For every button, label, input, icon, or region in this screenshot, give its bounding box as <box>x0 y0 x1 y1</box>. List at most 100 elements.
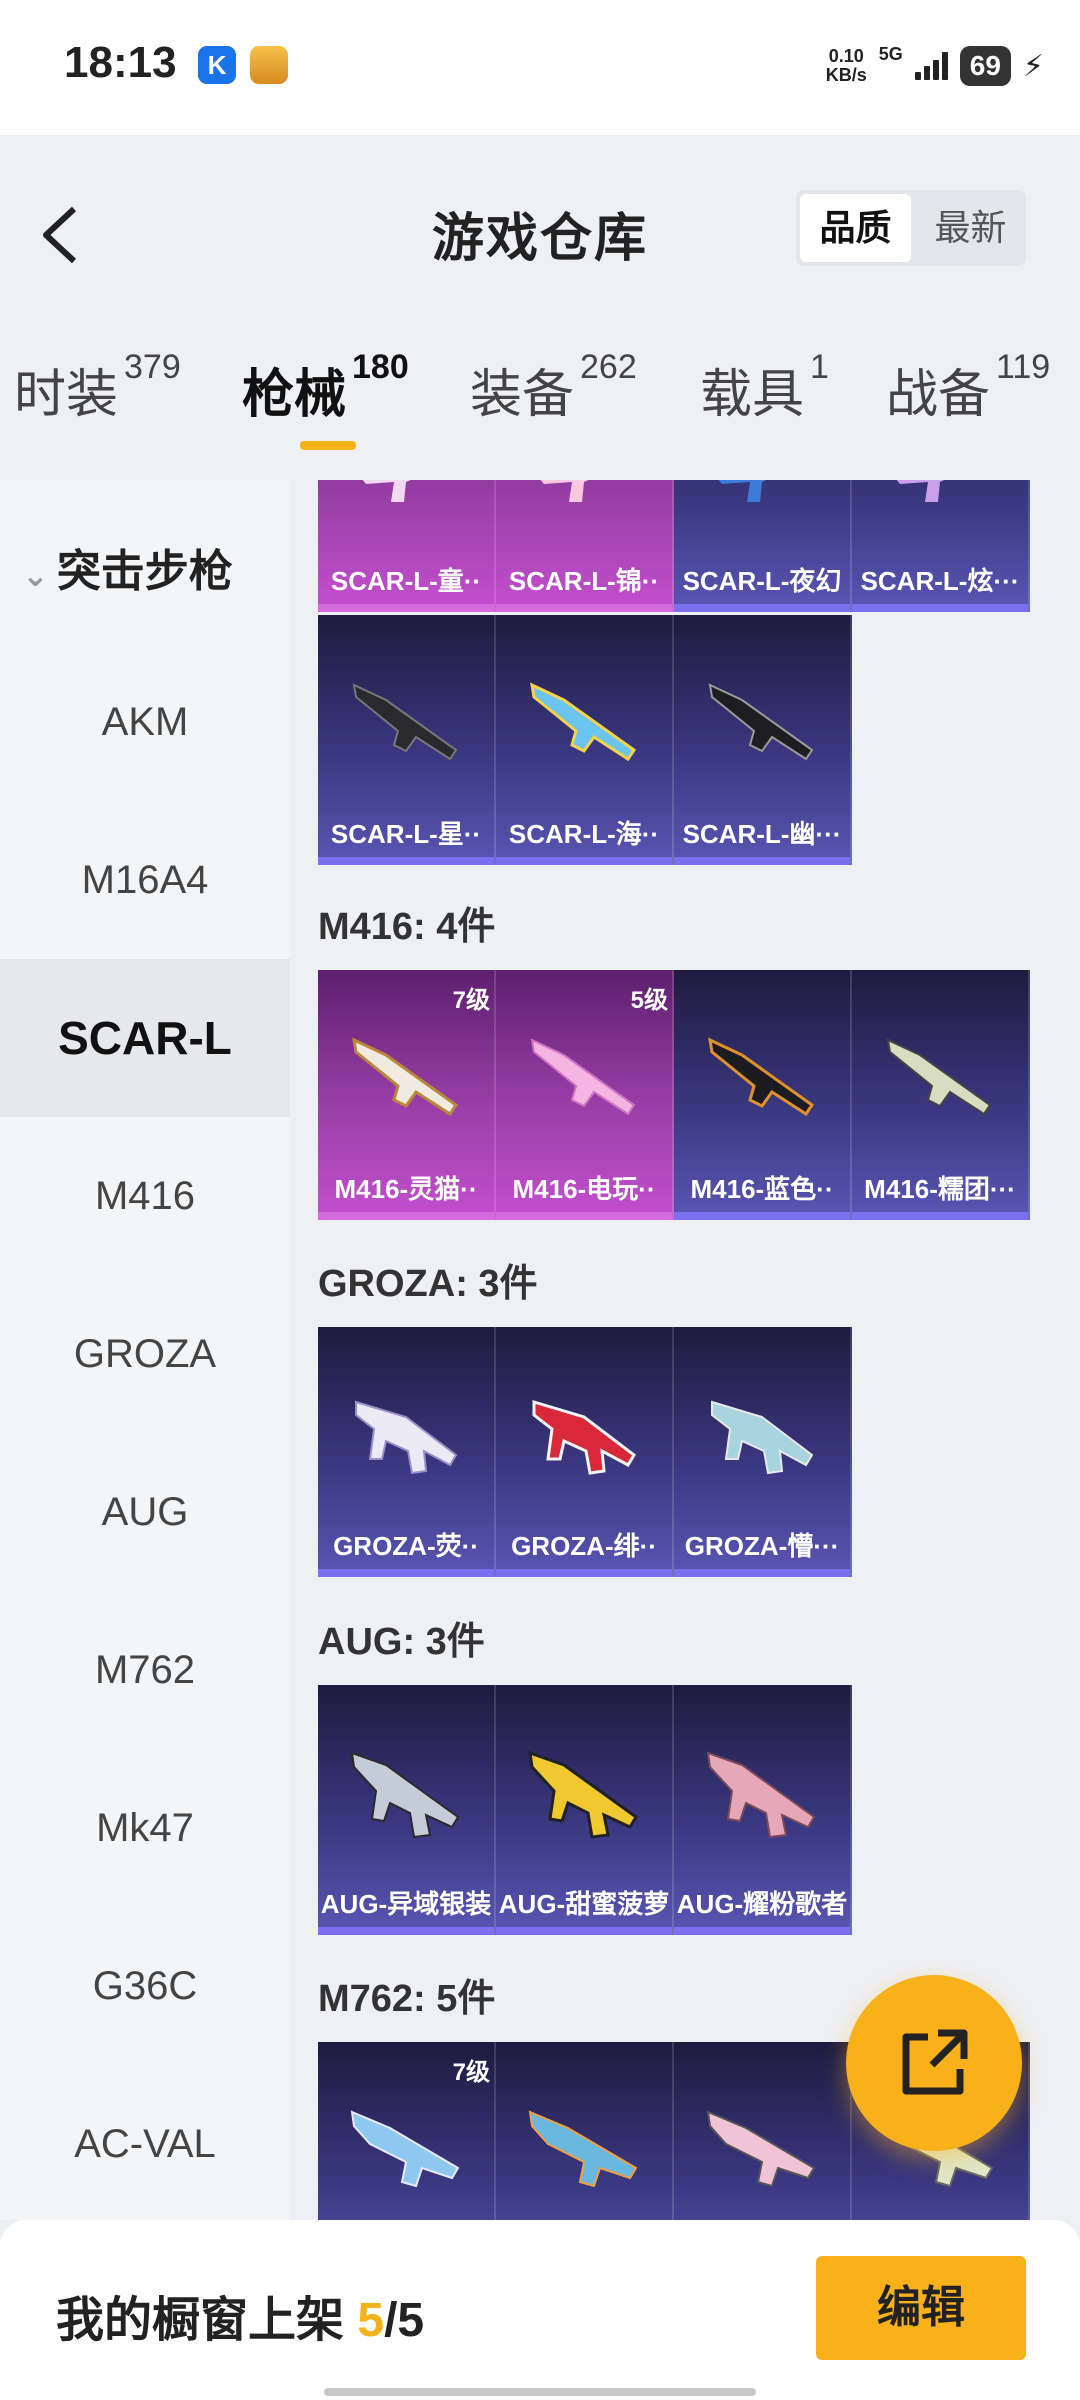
skin-name: SCAR-L-幽··· <box>682 819 842 849</box>
skin-name: SCAR-L-夜幻 <box>682 566 842 596</box>
weapon-skin-icon <box>352 1037 459 1117</box>
weapon-skin-icon <box>708 683 814 761</box>
weapon-skin-icon <box>706 2110 816 2188</box>
skin-card[interactable]: AUG-异域银装 <box>318 1685 496 1935</box>
skin-name: GROZA-懵··· <box>684 1531 840 1561</box>
tab-guns[interactable]: 枪械 180 <box>242 348 409 427</box>
weapon-sidebar: ⌄ 突击步枪 AKM M16A4 SCAR-L M416 GROZA AUG M7… <box>0 480 290 2220</box>
sidebar-item-scar-l[interactable]: SCAR-L <box>0 959 290 1117</box>
skin-name: SCAR-L-炫··· <box>860 566 1020 596</box>
skin-card[interactable]: GROZA-荧·· <box>318 1327 496 1577</box>
skin-card[interactable]: GROZA-懵··· <box>674 1327 852 1577</box>
bottom-bar: 我的橱窗上架 5/5 编辑 <box>0 2220 1080 2400</box>
skin-name: M416-灵猫·· <box>334 1174 478 1204</box>
section-title-groza: GROZA: 3件 <box>318 1263 538 1305</box>
weapon-skin-icon <box>350 2110 460 2188</box>
weapon-skin-icon <box>350 1751 460 1839</box>
sidebar-item-groza[interactable]: GROZA <box>0 1275 290 1433</box>
edit-button[interactable]: 编辑 <box>816 2256 1026 2360</box>
skin-card[interactable]: M416-蓝色·· <box>674 970 852 1220</box>
skin-name: SCAR-L-海·· <box>508 819 660 849</box>
signal-icon <box>914 52 948 80</box>
status-bar: 18:13 K 0.10 KB/s 5G 69 ⚡ <box>0 0 1080 135</box>
weapon-skin-icon <box>540 480 589 502</box>
tab-supplies[interactable]: 战备 119 <box>886 348 1050 427</box>
aug-row: AUG-异域银装 AUG-甜蜜菠萝 AUG-耀粉歌者 <box>318 1685 852 1935</box>
skin-name: GROZA-荧·· <box>333 1531 479 1561</box>
sidebar-item-m16a4[interactable]: M16A4 <box>0 801 290 959</box>
weapon-skin-icon <box>355 1400 458 1475</box>
skin-card[interactable] <box>496 2042 674 2220</box>
weapon-skin-icon <box>528 1750 638 1839</box>
weapon-skin-icon <box>532 1399 636 1475</box>
chevron-down-icon: ⌄ <box>22 557 49 593</box>
skin-name: AUG-甜蜜菠萝 <box>498 1889 670 1919</box>
skin-card[interactable]: SCAR-L-炫··· <box>852 480 1030 612</box>
skin-card[interactable]: SCAR-L-海·· <box>496 615 674 865</box>
weapon-skin-icon <box>352 683 458 761</box>
skin-card[interactable]: GROZA-绯·· <box>496 1327 674 1577</box>
skin-card[interactable]: 7级 M416-灵猫·· <box>318 970 496 1220</box>
section-title-m416: M416: 4件 <box>318 906 496 948</box>
skin-card[interactable]: AUG-耀粉歌者 <box>674 1685 852 1935</box>
sidebar-item-akm[interactable]: AKM <box>0 643 290 801</box>
weapon-skin-icon <box>896 480 945 502</box>
skin-card[interactable]: SCAR-L-星·· <box>318 615 496 865</box>
weapon-grid-area: SCAR-L-童·· SCAR-L-锦·· SCAR-L-夜幻 SCAR-L-炫… <box>290 480 1080 2220</box>
weapon-skin-icon <box>711 1400 814 1475</box>
m416-row: 7级 M416-灵猫·· 5级 M416-电玩·· M416-蓝色·· M416… <box>318 970 1030 1220</box>
skin-card[interactable]: SCAR-L-锦·· <box>496 480 674 612</box>
skin-name: M416-蓝色·· <box>690 1174 834 1204</box>
home-indicator[interactable] <box>324 2388 756 2396</box>
skin-name: SCAR-L-锦·· <box>508 566 660 596</box>
app-notification-icon <box>250 46 288 84</box>
skin-card[interactable]: 5级 M416-电玩·· <box>496 970 674 1220</box>
scar-row-2: SCAR-L-星·· SCAR-L-海·· SCAR-L-幽··· <box>318 615 852 865</box>
sidebar-item-g36c[interactable]: G36C <box>0 1907 290 2065</box>
status-right: 0.10 KB/s 5G 69 ⚡ <box>826 44 1044 88</box>
weapon-skin-icon <box>528 2110 638 2188</box>
sidebar-item-aug[interactable]: AUG <box>0 1433 290 1591</box>
skin-card[interactable]: AUG-甜蜜菠萝 <box>496 1685 674 1935</box>
sidebar-item-m416[interactable]: M416 <box>0 1117 290 1275</box>
scar-row-1: SCAR-L-童·· SCAR-L-锦·· SCAR-L-夜幻 SCAR-L-炫… <box>318 480 1030 612</box>
tab-equipment[interactable]: 装备 262 <box>470 348 637 427</box>
skin-name: SCAR-L-星·· <box>330 819 482 849</box>
showcase-status: 我的橱窗上架 5/5 <box>56 2294 425 2347</box>
weapon-skin-icon <box>718 480 767 502</box>
network-type: 5G <box>878 43 903 64</box>
weapon-skin-icon <box>886 1038 992 1116</box>
skin-name: AUG-异域银装 <box>320 1889 492 1919</box>
weapon-skin-icon <box>706 1751 816 1839</box>
charging-icon: ⚡ <box>1022 49 1044 83</box>
skin-name: SCAR-L-童·· <box>330 566 482 596</box>
sort-quality-button[interactable]: 品质 <box>800 194 911 262</box>
skin-card[interactable] <box>674 2042 852 2220</box>
skin-name: AUG-耀粉歌者 <box>676 1889 848 1919</box>
skin-card[interactable]: SCAR-L-夜幻 <box>674 480 852 612</box>
weapon-skin-icon <box>708 1037 815 1117</box>
share-icon <box>902 2029 968 2095</box>
weapon-skin-icon <box>530 682 637 762</box>
battery-level: 69 <box>959 46 1011 86</box>
sidebar-item-m762[interactable]: M762 <box>0 1591 290 1749</box>
sidebar-category[interactable]: ⌄ 突击步枪 <box>22 535 233 599</box>
section-title-m762: M762: 5件 <box>318 1978 496 2020</box>
status-time: 18:13 <box>64 38 177 87</box>
sidebar-item-mk47[interactable]: Mk47 <box>0 1749 290 1907</box>
tab-vehicle[interactable]: 载具 1 <box>700 348 829 427</box>
skin-name: GROZA-绯·· <box>511 1531 657 1561</box>
tab-fashion[interactable]: 时装 379 <box>14 348 181 427</box>
category-tabs: 时装 379 枪械 180 装备 262 载具 1 战备 119 <box>0 348 1080 452</box>
active-tab-indicator <box>300 441 356 450</box>
skin-card[interactable]: SCAR-L-童·· <box>318 480 496 612</box>
weapon-skin-icon <box>530 1038 636 1116</box>
skin-card[interactable]: SCAR-L-幽··· <box>674 615 852 865</box>
sort-toggle: 品质 最新 <box>796 190 1026 266</box>
sort-new-button[interactable]: 最新 <box>915 190 1026 266</box>
sidebar-item-ac-val[interactable]: AC-VAL <box>0 2065 290 2220</box>
section-title-aug: AUG: 3件 <box>318 1621 485 1663</box>
share-button[interactable] <box>846 1975 1022 2151</box>
skin-card[interactable]: 7级 <box>318 2042 496 2220</box>
skin-card[interactable]: M416-糯团··· <box>852 970 1030 1220</box>
